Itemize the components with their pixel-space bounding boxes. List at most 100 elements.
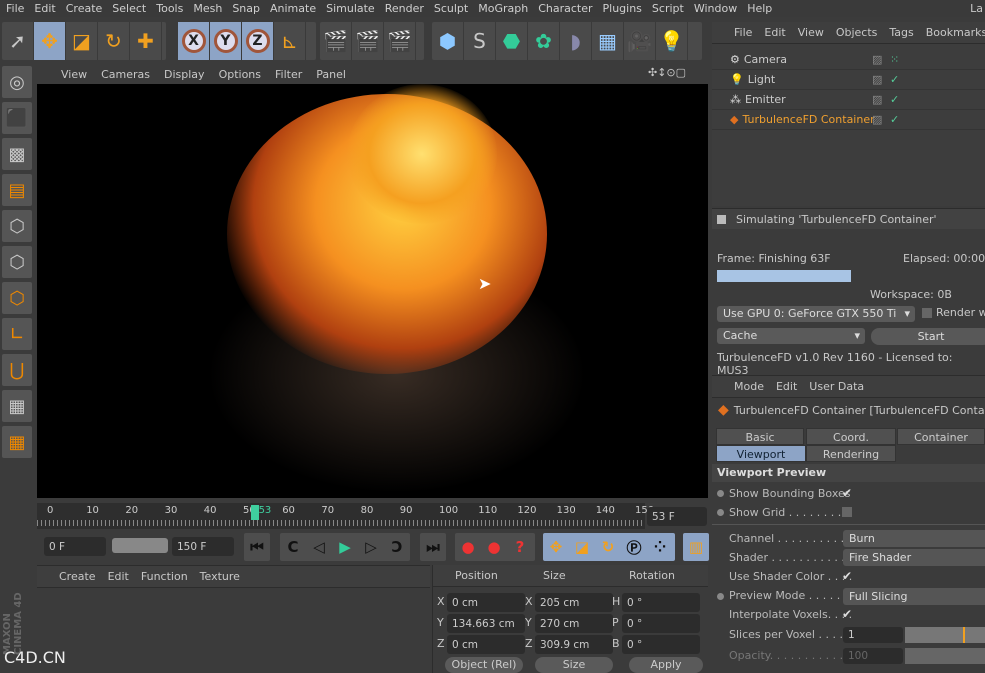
render-settings-icon[interactable]: 🎬: [384, 22, 416, 60]
enabled-check-icon[interactable]: ✓: [890, 73, 899, 86]
menu-window[interactable]: Window: [694, 2, 737, 15]
position-x-field[interactable]: 0 cm: [447, 593, 525, 612]
coordinate-system-icon[interactable]: ⊾: [274, 22, 306, 60]
slices-per-voxel-field[interactable]: 1: [843, 627, 903, 643]
lock-workplane-icon[interactable]: ▦: [2, 390, 32, 422]
scale-track-icon[interactable]: ◪: [569, 533, 595, 561]
attribute-menu-edit[interactable]: Edit: [776, 380, 797, 393]
point-level-icon[interactable]: ⁘: [647, 533, 673, 561]
snap-icon[interactable]: ⋃: [2, 354, 32, 386]
opacity-field[interactable]: 100: [843, 648, 903, 664]
next-frame-icon[interactable]: ▷: [358, 533, 384, 561]
play-icon[interactable]: ▶: [332, 533, 358, 561]
viewport-menu-view[interactable]: View: [61, 68, 87, 81]
spline-icon[interactable]: S: [464, 22, 496, 60]
menu-help[interactable]: Help: [747, 2, 772, 15]
viewport-menu-options[interactable]: Options: [219, 68, 261, 81]
menu-mesh[interactable]: Mesh: [193, 2, 222, 15]
menu-create[interactable]: Create: [66, 2, 103, 15]
enabled-check-icon[interactable]: ⁙: [890, 53, 899, 66]
menu-character[interactable]: Character: [538, 2, 592, 15]
viewport-menu-panel[interactable]: Panel: [316, 68, 346, 81]
menu-script[interactable]: Script: [652, 2, 684, 15]
workplane-icon[interactable]: ▤: [2, 174, 32, 206]
position-y-field[interactable]: 134.663 cm: [447, 614, 525, 633]
viewport-navigation-icon[interactable]: ✣↕⊙▢: [648, 66, 686, 79]
position-track-icon[interactable]: ✥: [543, 533, 569, 561]
previous-key-icon[interactable]: C: [280, 533, 306, 561]
visibility-toggle-icon[interactable]: ▨: [872, 53, 882, 66]
menu-animate[interactable]: Animate: [270, 2, 316, 15]
timeline-window-icon[interactable]: ▥: [683, 533, 709, 561]
stop-icon[interactable]: [717, 214, 726, 224]
material-menu-create[interactable]: Create: [59, 570, 96, 583]
floor-icon[interactable]: ▦: [592, 22, 624, 60]
planar-workplane-icon[interactable]: ▦: [2, 426, 32, 458]
timeline-ruler[interactable]: 0 10 20 30 40 50 60 70 80 90 100 110 120 130 140 150 53: [37, 503, 654, 529]
material-menu-edit[interactable]: Edit: [108, 570, 129, 583]
select-tool-icon[interactable]: ➚: [2, 22, 34, 60]
parameter-track-icon[interactable]: Ⓟ: [621, 533, 647, 561]
object-menu-tags[interactable]: Tags: [889, 26, 913, 39]
interpolate-voxels-checkbox[interactable]: ✔: [842, 607, 852, 621]
size-x-field[interactable]: 205 cm: [535, 593, 613, 612]
menu-render[interactable]: Render: [385, 2, 424, 15]
size-z-field[interactable]: 309.9 cm: [535, 635, 613, 654]
object-menu-view[interactable]: View: [798, 26, 824, 39]
menu-snap[interactable]: Snap: [232, 2, 260, 15]
opacity-slider[interactable]: [905, 648, 985, 664]
show-bounding-boxes-checkbox[interactable]: ✔: [842, 486, 852, 500]
edges-mode-icon[interactable]: ⬡: [2, 246, 32, 278]
menu-edit[interactable]: Edit: [34, 2, 55, 15]
current-frame-field[interactable]: 53 F: [647, 507, 707, 526]
go-to-start-icon[interactable]: ⏮: [244, 533, 270, 561]
object-row[interactable]: 💡 Light ▨ ✓: [712, 70, 985, 90]
start-button[interactable]: Start: [871, 328, 985, 345]
rotation-p-field[interactable]: 0 °: [622, 614, 700, 633]
viewport[interactable]: ➤: [37, 84, 708, 498]
tab-viewport-preview[interactable]: Viewport Preview: [716, 445, 806, 478]
viewport-menu-filter[interactable]: Filter: [275, 68, 302, 81]
cache-dropdown[interactable]: Cache ▾: [717, 328, 865, 344]
channel-dropdown[interactable]: Burn: [843, 530, 985, 547]
make-editable-icon[interactable]: ◎: [2, 66, 32, 98]
end-frame-field[interactable]: 150 F: [172, 537, 234, 556]
array-icon[interactable]: ✿: [528, 22, 560, 60]
playhead[interactable]: [250, 505, 259, 520]
range-slider[interactable]: [112, 538, 168, 553]
attribute-menu-user-data[interactable]: User Data: [809, 380, 864, 393]
y-axis-icon[interactable]: Y: [210, 22, 242, 60]
object-menu-file[interactable]: File: [734, 26, 752, 39]
menu-layout[interactable]: La: [970, 2, 983, 15]
rotation-b-field[interactable]: 0 °: [622, 635, 700, 654]
move-tool-icon[interactable]: ✥: [34, 22, 66, 60]
rotation-h-field[interactable]: 0 °: [622, 593, 700, 612]
axis-mode-icon[interactable]: ∟: [2, 318, 32, 350]
animate-dot[interactable]: [717, 490, 724, 497]
go-to-end-icon[interactable]: ⏭: [420, 533, 446, 561]
rotation-track-icon[interactable]: ↻: [595, 533, 621, 561]
menu-simulate[interactable]: Simulate: [326, 2, 375, 15]
deformer-icon[interactable]: ◗: [560, 22, 592, 60]
material-menu-texture[interactable]: Texture: [200, 570, 240, 583]
camera-icon[interactable]: 🎥: [624, 22, 656, 60]
visibility-toggle-icon[interactable]: ▨: [872, 93, 882, 106]
preview-mode-dropdown[interactable]: Full Slicing: [843, 588, 985, 605]
animate-dot[interactable]: [717, 509, 724, 516]
viewport-menu-display[interactable]: Display: [164, 68, 205, 81]
object-menu-bookmarks[interactable]: Bookmarks: [926, 26, 985, 39]
render-picture-viewer-icon[interactable]: 🎬: [352, 22, 384, 60]
keyframe-selection-icon[interactable]: ?: [507, 533, 533, 561]
light-icon[interactable]: 💡: [656, 22, 688, 60]
scale-tool-icon[interactable]: ◪: [66, 22, 98, 60]
polygons-mode-icon[interactable]: ⬡: [2, 282, 32, 314]
cube-icon[interactable]: ⬢: [432, 22, 464, 60]
use-shader-color-checkbox[interactable]: ✔: [842, 569, 852, 583]
size-mode-dropdown[interactable]: Size: [535, 657, 613, 673]
enabled-check-icon[interactable]: ✓: [890, 93, 899, 106]
shader-dropdown[interactable]: Fire Shader: [843, 549, 985, 566]
texture-mode-icon[interactable]: ▩: [2, 138, 32, 170]
menu-mograph[interactable]: MoGraph: [478, 2, 528, 15]
z-axis-icon[interactable]: Z: [242, 22, 274, 60]
menu-plugins[interactable]: Plugins: [603, 2, 642, 15]
